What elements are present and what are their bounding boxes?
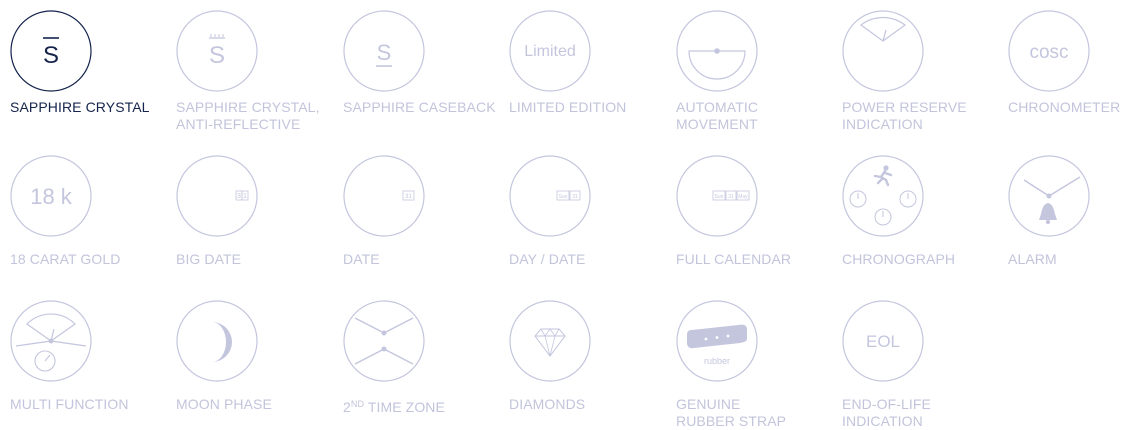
feature-label: FULL CALENDAR bbox=[676, 251, 792, 267]
rubber-strap-icon: rubber bbox=[676, 300, 758, 382]
feature-diamonds[interactable]: DIAMONDS bbox=[509, 300, 669, 412]
svg-text:rubber: rubber bbox=[704, 356, 730, 366]
karat-text-icon: 18 k bbox=[10, 155, 92, 237]
feature-automatic-movement[interactable]: AUTOMATIC MOVEMENT bbox=[676, 10, 836, 132]
svg-text:1: 1 bbox=[243, 193, 247, 200]
feature-label: LIMITED EDITION bbox=[509, 99, 627, 115]
feature-full-calendar[interactable]: Sun 31 May FULL CALENDAR bbox=[676, 155, 836, 267]
feature-label: SAPPHIRE CRYSTAL, ANTI-REFLECTIVE bbox=[176, 99, 320, 132]
feature-multi-function[interactable]: MULTI FUNCTION bbox=[10, 300, 170, 412]
svg-text:31: 31 bbox=[728, 194, 734, 200]
svg-text:S: S bbox=[377, 40, 392, 65]
feature-alarm[interactable]: ALARM bbox=[1008, 155, 1141, 267]
full-calendar-window-icon: Sun 31 May bbox=[676, 155, 758, 237]
svg-text:Sun: Sun bbox=[559, 194, 568, 200]
dual-hands-icon bbox=[343, 300, 425, 382]
feature-label: CHRONOMETER bbox=[1008, 99, 1121, 115]
svg-text:3: 3 bbox=[237, 193, 241, 200]
rotor-icon bbox=[676, 10, 758, 92]
feature-second-time-zone[interactable]: 2ND TIME ZONE bbox=[343, 300, 503, 415]
multi-function-dial-icon bbox=[10, 300, 92, 382]
feature-sapphire-crystal-anti-reflective[interactable]: S SAPPHIRE CRYSTAL, ANTI-REFLECTIVE bbox=[176, 10, 336, 132]
feature-label: MOON PHASE bbox=[176, 396, 272, 412]
feature-label: 2ND TIME ZONE bbox=[343, 399, 445, 415]
big-date-window-icon: 3 1 bbox=[176, 155, 258, 237]
svg-text:31: 31 bbox=[572, 194, 578, 200]
date-window-icon: 31 bbox=[343, 155, 425, 237]
feature-18-carat-gold[interactable]: 18 k 18 CARAT GOLD bbox=[10, 155, 170, 267]
feature-label: DAY / DATE bbox=[509, 251, 586, 267]
crescent-moon-icon bbox=[176, 300, 258, 382]
feature-moon-phase[interactable]: MOON PHASE bbox=[176, 300, 336, 412]
feature-chronometer[interactable]: cosc CHRONOMETER bbox=[1008, 10, 1141, 115]
feature-label: BIG DATE bbox=[176, 251, 242, 267]
letter-s-antireflective-icon: S bbox=[176, 10, 258, 92]
svg-text:18 k: 18 k bbox=[30, 184, 73, 209]
feature-label: SAPPHIRE CASEBACK bbox=[343, 99, 496, 115]
feature-day-date[interactable]: Sun 31 DAY / DATE bbox=[509, 155, 669, 267]
cosc-text-icon: cosc bbox=[1008, 10, 1090, 92]
alarm-bell-icon bbox=[1008, 155, 1090, 237]
feature-label: DIAMONDS bbox=[509, 396, 586, 412]
feature-date[interactable]: 31 DATE bbox=[343, 155, 503, 267]
feature-label: SAPPHIRE CRYSTAL bbox=[10, 99, 150, 115]
limited-text-icon: Limited bbox=[509, 10, 591, 92]
feature-sapphire-crystal[interactable]: S SAPPHIRE CRYSTAL bbox=[10, 10, 170, 115]
feature-label: POWER RESERVE INDICATION bbox=[842, 99, 967, 132]
feature-label: MULTI FUNCTION bbox=[10, 396, 129, 412]
svg-text:Sun: Sun bbox=[715, 194, 724, 200]
feature-genuine-rubber-strap[interactable]: rubber GENUINE RUBBER STRAP bbox=[676, 300, 836, 429]
day-date-window-icon: Sun 31 bbox=[509, 155, 591, 237]
feature-label: DATE bbox=[343, 251, 380, 267]
feature-end-of-life-indication[interactable]: EOL END-OF-LIFE INDICATION bbox=[842, 300, 1002, 429]
feature-power-reserve[interactable]: POWER RESERVE INDICATION bbox=[842, 10, 1002, 132]
svg-text:cosc: cosc bbox=[1029, 42, 1068, 63]
eol-text-icon: EOL bbox=[842, 300, 924, 382]
feature-big-date[interactable]: 3 1 BIG DATE bbox=[176, 155, 336, 267]
feature-label: ALARM bbox=[1008, 251, 1057, 267]
svg-text:May: May bbox=[738, 194, 748, 200]
power-gauge-icon bbox=[842, 10, 924, 92]
feature-label: 18 CARAT GOLD bbox=[10, 251, 121, 267]
chronograph-runner-icon bbox=[842, 155, 924, 237]
feature-label: GENUINE RUBBER STRAP bbox=[676, 396, 787, 429]
feature-label: AUTOMATIC MOVEMENT bbox=[676, 99, 759, 132]
feature-label: CHRONOGRAPH bbox=[842, 251, 956, 267]
svg-text:S: S bbox=[209, 42, 225, 69]
feature-limited-edition[interactable]: Limited LIMITED EDITION bbox=[509, 10, 669, 115]
svg-text:Limited: Limited bbox=[524, 43, 576, 60]
letter-s-underline-icon: S bbox=[343, 10, 425, 92]
feature-sapphire-caseback[interactable]: S SAPPHIRE CASEBACK bbox=[343, 10, 503, 115]
svg-text:EOL: EOL bbox=[866, 332, 900, 351]
svg-text:31: 31 bbox=[405, 194, 412, 200]
letter-s-overline-icon: S bbox=[10, 10, 92, 92]
feature-label: END-OF-LIFE INDICATION bbox=[842, 396, 931, 429]
diamond-icon bbox=[509, 300, 591, 382]
feature-chronograph[interactable]: CHRONOGRAPH bbox=[842, 155, 1002, 267]
svg-text:S: S bbox=[43, 42, 59, 69]
